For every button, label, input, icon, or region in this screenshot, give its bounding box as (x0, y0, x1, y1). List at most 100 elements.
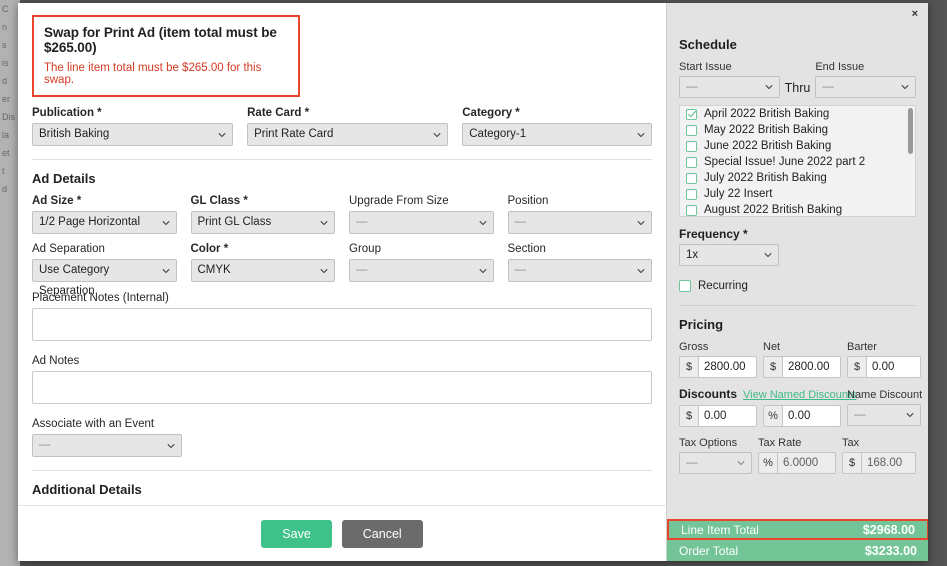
placement-notes-label: Placement Notes (Internal) (32, 292, 169, 304)
tax-input[interactable] (861, 452, 916, 474)
rate-card-select[interactable]: Print Rate Card (247, 123, 449, 146)
issue-checkbox[interactable] (686, 172, 697, 184)
issue-label: July 22 Insert (704, 188, 773, 200)
ad-separation-select[interactable]: Use Category Separation (32, 259, 177, 297)
discount-currency-prefix: $ (679, 405, 698, 427)
end-issue-select[interactable]: — (815, 76, 916, 98)
field-ad-separation: Ad Separation Use Category Separation (32, 243, 177, 297)
issue-label: July 2022 British Baking (704, 172, 827, 184)
save-button[interactable]: Save (261, 519, 332, 548)
frequency-select[interactable]: 1x (679, 244, 779, 266)
list-item[interactable]: August 2022 British Baking (680, 202, 915, 216)
field-gl-class: GL Class * Print GL Class (190, 195, 335, 234)
list-item[interactable]: July 2022 British Baking (680, 170, 915, 186)
discount-amount-input[interactable] (698, 405, 757, 427)
color-select[interactable]: CMYK (190, 259, 335, 282)
right-panel-body: Schedule Start Issue — Thru End Issue — (667, 3, 928, 474)
top-fields-row: Publication * British Baking Rate Card *… (32, 107, 652, 146)
pricing-row: Gross $ Net $ Barter (679, 341, 921, 378)
issue-list[interactable]: April 2022 British Baking May 2022 Briti… (679, 105, 916, 217)
ad-details-heading: Ad Details (32, 171, 96, 186)
list-item[interactable]: May 2022 British Baking (680, 122, 915, 138)
issue-checkbox[interactable] (686, 140, 697, 152)
upgrade-from-size-label: Upgrade From Size (349, 195, 449, 207)
associate-event-select[interactable]: — (32, 434, 182, 457)
tax-rate-input[interactable] (777, 452, 836, 474)
gl-class-select[interactable]: Print GL Class (190, 211, 335, 234)
name-discount-select[interactable]: — (847, 404, 921, 426)
list-item[interactable]: July 22 Insert (680, 186, 915, 202)
swap-error-banner: Swap for Print Ad (item total must be $2… (32, 15, 300, 97)
field-ad-size: Ad Size * 1/2 Page Horizontal (32, 195, 177, 234)
ad-details-row-2: Ad Separation Use Category Separation Co… (32, 243, 652, 297)
modal-right-pane: × Schedule Start Issue — Thru End Issue (666, 3, 928, 561)
field-color: Color * CMYK (190, 243, 335, 282)
placement-notes-textarea[interactable] (32, 308, 652, 341)
recurring-label: Recurring (698, 280, 748, 292)
group-label: Group (349, 243, 381, 255)
line-item-modal: Swap for Print Ad (item total must be $2… (18, 3, 928, 561)
view-named-discounts-link[interactable]: View Named Discounts (743, 389, 857, 401)
additional-details-heading: Additional Details (32, 482, 142, 497)
ad-notes-label: Ad Notes (32, 355, 80, 367)
discount-percent-prefix: % (763, 405, 782, 427)
list-item[interactable]: Special Issue! June 2022 part 2 (680, 154, 915, 170)
field-tax-options: Tax Options — (679, 437, 752, 474)
order-total-value: $3233.00 (864, 543, 917, 558)
field-placement-notes: Placement Notes (Internal) (32, 292, 652, 346)
line-item-total-label: Line Item Total (681, 522, 759, 537)
tax-row: Tax Options — Tax Rate % 6.0000 Tax $ 16… (679, 437, 916, 474)
issue-checkbox[interactable] (686, 204, 697, 216)
field-tax-rate: Tax Rate % (758, 437, 836, 474)
discounts-row: $ % Name Discount — (679, 389, 922, 427)
section-select[interactable]: — (507, 259, 652, 282)
issue-checkbox[interactable] (686, 188, 697, 200)
gross-input[interactable] (698, 356, 757, 378)
issue-checkbox[interactable] (686, 124, 697, 136)
position-label: Position (507, 195, 549, 207)
upgrade-from-size-select[interactable]: — (349, 211, 494, 234)
issue-checkbox[interactable] (686, 156, 697, 168)
field-section: Section — (507, 243, 652, 282)
ad-size-label: Ad Size * (32, 195, 82, 207)
modal-left-pane: Swap for Print Ad (item total must be $2… (18, 3, 666, 561)
schedule-heading: Schedule (679, 37, 737, 52)
field-discount-percent: % (763, 405, 841, 427)
discount-percent-input[interactable] (782, 405, 841, 427)
category-select[interactable]: Category-1 (462, 123, 652, 146)
position-select[interactable]: — (507, 211, 652, 234)
issue-label: June 2022 British Baking (704, 140, 832, 152)
barter-label: Barter (847, 341, 877, 353)
field-name-discount: Name Discount — (847, 389, 922, 427)
net-input[interactable] (782, 356, 841, 378)
list-item[interactable]: June 2022 British Baking (680, 138, 915, 154)
ad-notes-textarea[interactable] (32, 371, 652, 404)
tax-options-label: Tax Options (679, 437, 738, 449)
issue-label: April 2022 British Baking (704, 108, 830, 120)
ad-size-select[interactable]: 1/2 Page Horizontal (32, 211, 177, 234)
group-select[interactable]: — (349, 259, 494, 282)
divider (679, 305, 916, 306)
tax-options-select[interactable]: — (679, 452, 752, 474)
modal-form-scroll: Swap for Print Ad (item total must be $2… (18, 3, 666, 552)
close-icon[interactable]: × (912, 9, 918, 20)
net-label: Net (763, 341, 781, 353)
field-barter: Barter $ (847, 341, 921, 378)
cancel-button[interactable]: Cancel (341, 519, 423, 548)
field-group: Group — (349, 243, 494, 282)
issue-checkbox[interactable] (686, 108, 697, 120)
list-item[interactable]: April 2022 British Baking (680, 106, 915, 122)
divider (32, 470, 652, 471)
rate-card-label: Rate Card * (247, 107, 310, 119)
recurring-checkbox-row[interactable]: Recurring (679, 280, 916, 292)
modal-footer: Save Cancel (18, 505, 666, 561)
start-issue-select[interactable]: — (679, 76, 780, 98)
field-net: Net $ (763, 341, 841, 378)
issue-list-scrollbar[interactable] (908, 108, 913, 154)
publication-select[interactable]: British Baking (32, 123, 234, 146)
field-category: Category * Category-1 (462, 107, 652, 146)
recurring-checkbox[interactable] (679, 280, 691, 292)
tax-rate-prefix: % (758, 452, 777, 474)
field-tax: Tax $ (842, 437, 916, 474)
barter-input[interactable] (866, 356, 921, 378)
